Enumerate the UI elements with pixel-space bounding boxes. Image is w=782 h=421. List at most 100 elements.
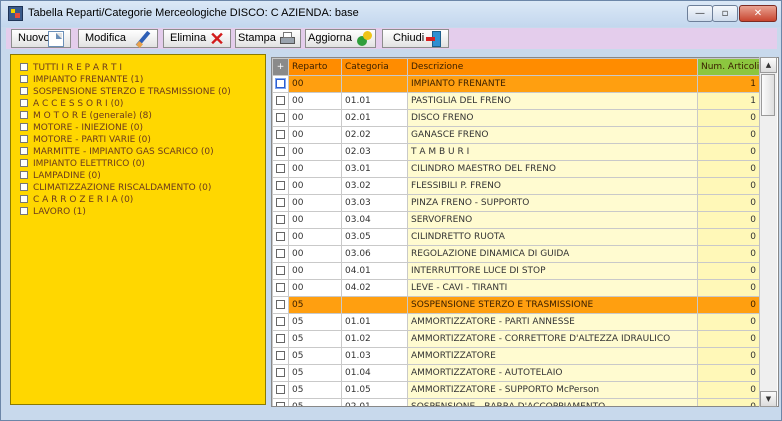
- table-row[interactable]: 00 03.05 CILINDRETTO RUOTA 0: [272, 228, 761, 246]
- category-item[interactable]: IMPIANTO FRENANTE (1): [20, 74, 231, 86]
- table-row[interactable]: 00 03.06 REGOLAZIONE DINAMICA DI GUIDA 0: [272, 245, 761, 263]
- header-categoria[interactable]: Categoria: [341, 58, 408, 76]
- table-row[interactable]: 00 03.04 SERVOFRENO 0: [272, 211, 761, 229]
- category-item[interactable]: MOTORE - PARTI VARIE (0): [20, 134, 231, 146]
- table-row[interactable]: 00 03.01 CILINDRO MAESTRO DEL FRENO 0: [272, 160, 761, 178]
- row-checkbox[interactable]: [276, 130, 285, 139]
- row-checkbox[interactable]: [276, 113, 285, 122]
- table-row[interactable]: 00 01.01 PASTIGLIA DEL FRENO 1: [272, 92, 761, 110]
- header-descrizione[interactable]: Descrizione: [407, 58, 698, 76]
- row-checkbox[interactable]: [276, 300, 285, 309]
- row-checkbox[interactable]: [276, 402, 285, 406]
- cell-reparto: 00: [288, 245, 342, 263]
- row-checkbox[interactable]: [276, 266, 285, 275]
- cell-categoria: 01.05: [341, 381, 408, 399]
- row-checkbox[interactable]: [276, 164, 285, 173]
- cell-categoria: 03.04: [341, 211, 408, 229]
- table-row[interactable]: 00 02.02 GANASCE FRENO 0: [272, 126, 761, 144]
- row-checkbox[interactable]: [276, 147, 285, 156]
- row-checkbox[interactable]: [276, 351, 285, 360]
- cell-reparto: 05: [288, 313, 342, 331]
- close-button[interactable]: Chiudi: [382, 29, 449, 48]
- category-checkbox[interactable]: [20, 147, 28, 155]
- minimize-button[interactable]: —: [687, 5, 713, 22]
- cell-num-articoli: 1: [697, 75, 761, 93]
- row-checkbox[interactable]: [276, 317, 285, 326]
- category-item[interactable]: MARMITTE - IMPIANTO GAS SCARICO (0): [20, 146, 231, 158]
- close-window-button[interactable]: ✕: [739, 5, 777, 22]
- category-checkbox[interactable]: [20, 111, 28, 119]
- refresh-button[interactable]: Aggiorna: [305, 29, 376, 48]
- category-item[interactable]: MOTORE - INIEZIONE (0): [20, 122, 231, 134]
- toolbar: Nuovo Modifica Elimina ✕ Stampa Aggiorna…: [6, 28, 777, 49]
- header-num-articoli[interactable]: Num. Articoli: [697, 58, 761, 76]
- row-checkbox[interactable]: [276, 232, 285, 241]
- scroll-thumb[interactable]: [761, 74, 775, 116]
- category-item[interactable]: A C C E S S O R I (0): [20, 98, 231, 110]
- edit-button[interactable]: Modifica: [78, 29, 158, 48]
- print-button[interactable]: Stampa: [235, 29, 301, 48]
- category-checkbox[interactable]: [20, 171, 28, 179]
- table-row[interactable]: 05 SOSPENSIONE STERZO E TRASMISSIONE 0: [272, 296, 761, 314]
- cell-reparto: 00: [288, 75, 342, 93]
- row-checkbox[interactable]: [276, 249, 285, 258]
- category-checkbox[interactable]: [20, 159, 28, 167]
- table-row[interactable]: 00 03.02 FLESSIBILI P. FRENO 0: [272, 177, 761, 195]
- category-checkbox[interactable]: [20, 195, 28, 203]
- delete-button[interactable]: Elimina ✕: [163, 29, 231, 48]
- main-window: Tabella Reparti/Categorie Merceologiche …: [0, 0, 782, 421]
- category-checkbox[interactable]: [20, 135, 28, 143]
- scroll-down-arrow[interactable]: ▼: [760, 391, 777, 407]
- row-checkbox[interactable]: [276, 334, 285, 343]
- table-row[interactable]: 05 02.01 SOSPENSIONE - BARRA D'ACCOPPIAMEN…: [272, 398, 761, 406]
- category-item[interactable]: CLIMATIZZAZIONE RISCALDAMENTO (0): [20, 182, 231, 194]
- category-item[interactable]: LAVORO (1): [20, 206, 231, 218]
- table-row[interactable]: 05 01.02 AMMORTIZZATORE - CORRETTORE D'ALT…: [272, 330, 761, 348]
- new-button[interactable]: Nuovo: [11, 29, 71, 48]
- refresh-button-label: Aggiorna: [308, 32, 353, 44]
- category-item[interactable]: M O T O R E (generale) (8): [20, 110, 231, 122]
- table-row[interactable]: 00 04.01 INTERRUTTORE LUCE DI STOP 0: [272, 262, 761, 280]
- select-all-header[interactable]: +: [272, 58, 289, 76]
- table-row[interactable]: 00 02.03 T A M B U R I0: [272, 143, 761, 161]
- cell-num-articoli: 0: [697, 160, 761, 178]
- row-checkbox[interactable]: [276, 368, 285, 377]
- row-select-cell: [272, 330, 289, 348]
- category-item[interactable]: C A R R O Z E R I A (0): [20, 194, 231, 206]
- table-row[interactable]: 00 IMPIANTO FRENANTE 1: [272, 75, 761, 93]
- category-item[interactable]: IMPIANTO ELETTRICO (0): [20, 158, 231, 170]
- table-row[interactable]: 00 02.01 DISCO FRENO 0: [272, 109, 761, 127]
- row-checkbox[interactable]: [276, 96, 285, 105]
- category-item[interactable]: LAMPADINE (0): [20, 170, 231, 182]
- table-row[interactable]: 05 01.03 AMMORTIZZATORE 0: [272, 347, 761, 365]
- category-label: MARMITTE - IMPIANTO GAS SCARICO (0): [33, 147, 214, 157]
- table-row[interactable]: 00 03.03 PINZA FRENO - SUPPORTO 0: [272, 194, 761, 212]
- category-checkbox[interactable]: [20, 207, 28, 215]
- row-checkbox[interactable]: [276, 385, 285, 394]
- category-checkbox[interactable]: [20, 63, 28, 71]
- new-button-label: Nuovo: [18, 32, 50, 44]
- row-checkbox[interactable]: [276, 79, 285, 88]
- maximize-button[interactable]: ▫: [712, 5, 738, 22]
- table-row[interactable]: 05 01.04 AMMORTIZZATORE - AUTOTELAIO 0: [272, 364, 761, 382]
- scroll-up-arrow[interactable]: ▲: [760, 57, 777, 73]
- table-row[interactable]: 00 04.02 LEVE - CAVI - TIRANTI 0: [272, 279, 761, 297]
- category-checkbox[interactable]: [20, 183, 28, 191]
- category-checkbox[interactable]: [20, 99, 28, 107]
- cell-categoria: 01.04: [341, 364, 408, 382]
- row-checkbox[interactable]: [276, 283, 285, 292]
- category-label: CLIMATIZZAZIONE RISCALDAMENTO (0): [33, 183, 212, 193]
- category-item[interactable]: SOSPENSIONE STERZO E TRASMISSIONE (0): [20, 86, 231, 98]
- row-checkbox[interactable]: [276, 215, 285, 224]
- category-item[interactable]: TUTTI I R E P A R T I: [20, 62, 231, 74]
- title-bar[interactable]: Tabella Reparti/Categorie Merceologiche …: [1, 1, 781, 27]
- table-row[interactable]: 05 01.05 AMMORTIZZATORE - SUPPORTO McPerso…: [272, 381, 761, 399]
- row-checkbox[interactable]: [276, 181, 285, 190]
- category-checkbox[interactable]: [20, 123, 28, 131]
- vertical-scrollbar[interactable]: ▲ ▼: [759, 57, 777, 407]
- row-checkbox[interactable]: [276, 198, 285, 207]
- header-reparto[interactable]: Reparto: [288, 58, 342, 76]
- category-checkbox[interactable]: [20, 75, 28, 83]
- table-row[interactable]: 05 01.01 AMMORTIZZATORE - PARTI ANNESSE 0: [272, 313, 761, 331]
- category-checkbox[interactable]: [20, 87, 28, 95]
